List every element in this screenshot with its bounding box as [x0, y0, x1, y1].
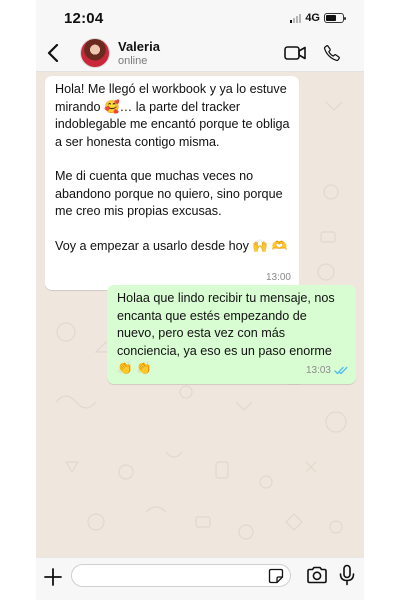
battery-level [326, 15, 336, 21]
plus-icon[interactable] [42, 566, 64, 588]
message-meta: 13:00 [266, 269, 291, 287]
avatar[interactable] [80, 38, 110, 68]
contact-name[interactable]: Valeria [118, 39, 160, 54]
signal-icon [290, 13, 302, 23]
phone-call-icon[interactable] [321, 43, 343, 63]
sticker-icon[interactable] [268, 568, 284, 584]
status-indicators: 4G [290, 12, 346, 24]
message-paragraph: Voy a empezar a usarlo desde hoy 🙌 🫶 [55, 238, 288, 253]
status-time: 12:04 [64, 10, 104, 27]
status-bar: 12:04 4G [36, 0, 364, 34]
video-call-icon[interactable] [284, 43, 306, 63]
message-paragraph: Me di cuenta que muchas veces no abandon… [55, 169, 283, 218]
message-outgoing[interactable]: Holaa que lindo recibir tu mensaje, nos … [107, 285, 356, 384]
message-time: 13:00 [265, 271, 291, 283]
camera-icon[interactable] [306, 565, 328, 587]
back-chevron-icon[interactable] [44, 42, 62, 64]
chat-area[interactable]: Hola! Me llegó el workbook y ya lo estuv… [36, 72, 364, 557]
chat-header: Valeria online [36, 34, 364, 72]
message-text: Holaa que lindo recibir tu mensaje, nos … [117, 291, 335, 375]
network-label: 4G [305, 12, 320, 24]
message-paragraph: Hola! Me llegó el workbook y ya lo estuv… [55, 82, 290, 149]
battery-icon [324, 13, 346, 23]
message-input[interactable] [72, 565, 262, 586]
contact-status: online [118, 55, 148, 67]
phone-screen: 12:04 4G Valeria online Hola! Me llegó e… [36, 0, 364, 600]
message-meta: 13:03 [306, 362, 348, 380]
composer-bar [36, 557, 364, 600]
double-check-icon [334, 367, 348, 375]
message-input-field[interactable] [71, 564, 291, 587]
microphone-icon[interactable] [338, 564, 356, 586]
message-incoming[interactable]: Hola! Me llegó el workbook y ya lo estuv… [45, 76, 299, 290]
message-time: 13:03 [305, 365, 331, 376]
